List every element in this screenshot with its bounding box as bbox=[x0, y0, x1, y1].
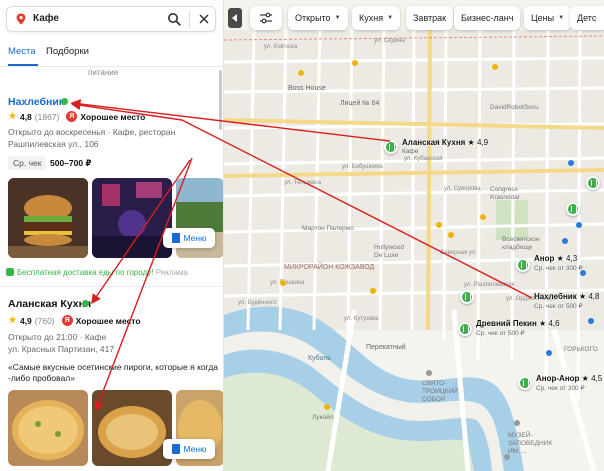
annotation-arrows bbox=[70, 99, 533, 412]
arrow-line bbox=[70, 99, 391, 142]
arrow-line bbox=[181, 119, 533, 299]
arrow-line bbox=[91, 159, 191, 305]
arrow-line bbox=[94, 157, 193, 412]
arrow-line bbox=[70, 100, 183, 121]
